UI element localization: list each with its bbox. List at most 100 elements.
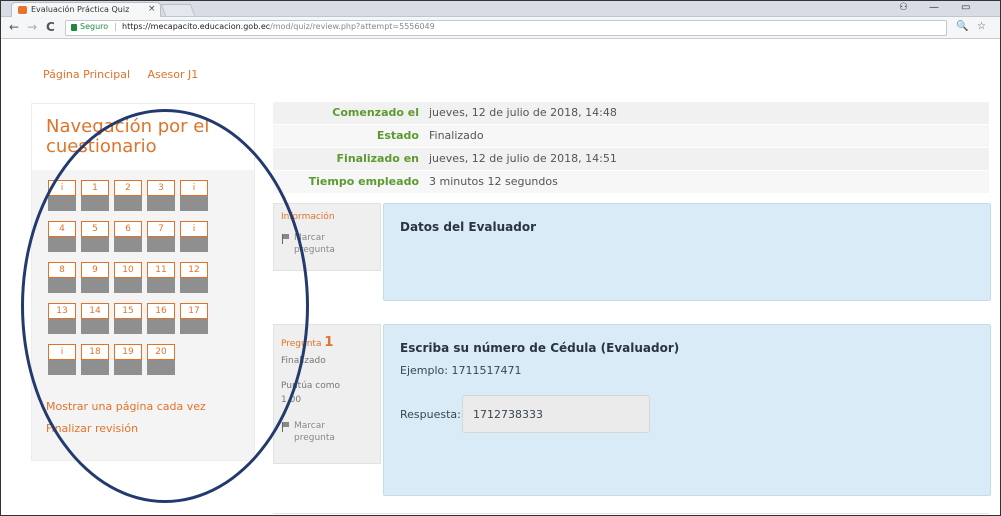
question-word: Pregunta: [281, 339, 322, 349]
question-nav-button[interactable]: 12: [180, 262, 208, 293]
question-nav-button[interactable]: i: [180, 180, 208, 211]
question-nav-button[interactable]: 7: [147, 221, 175, 252]
flag-line-2: pregunta: [294, 245, 335, 255]
question-nav-button[interactable]: i: [180, 221, 208, 252]
back-icon[interactable]: ←: [9, 20, 19, 34]
flag-question-link[interactable]: Marcar pregunta: [294, 420, 335, 444]
question-title: Escriba su número de Cédula (Evaluador): [400, 341, 680, 355]
question-nav-button[interactable]: 15: [114, 303, 142, 334]
bookmark-star-icon[interactable]: ☆: [977, 21, 986, 32]
question-nav-button[interactable]: i: [48, 180, 76, 211]
url-host: https://mecapacito.educacion.gob.ec: [122, 22, 271, 31]
question-nav-number: 8: [48, 262, 76, 278]
question-nav-button[interactable]: 1: [81, 180, 109, 211]
question-nav-number: 14: [81, 303, 109, 319]
question-nav-status-fill: [114, 319, 142, 334]
flag-question-link[interactable]: Marcar pregunta: [294, 232, 335, 256]
question-nav-status-fill: [81, 319, 109, 334]
question-nav-number: 19: [114, 344, 142, 360]
flag-icon[interactable]: [282, 234, 290, 244]
question-nav-button[interactable]: 9: [81, 262, 109, 293]
breadcrumb-home[interactable]: Página Principal: [43, 68, 130, 81]
restore-button[interactable]: ▭: [961, 2, 970, 13]
question-nav-button[interactable]: 5: [81, 221, 109, 252]
question-nav-number: i: [48, 180, 76, 196]
question-nav-status-fill: [114, 196, 142, 211]
question-nav-status-fill: [147, 319, 175, 334]
summary-value: jueves, 12 de julio de 2018, 14:48: [429, 106, 617, 119]
question-nav-status-fill: [48, 237, 76, 252]
flag-icon[interactable]: [282, 422, 290, 432]
info-block-sidebar: Información Marcar pregunta: [273, 203, 381, 271]
summary-value: 3 minutos 12 segundos: [429, 175, 558, 188]
question-nav-status-fill: [114, 360, 142, 375]
question-nav-status-fill: [114, 278, 142, 293]
question-nav-button[interactable]: 4: [48, 221, 76, 252]
breadcrumb: Página Principal Asesor J1: [43, 68, 212, 81]
new-tab-button[interactable]: [160, 4, 196, 16]
answer-field[interactable]: 1712738333: [462, 395, 650, 433]
question-number-label: Pregunta 1: [281, 335, 333, 350]
question-nav-number: 5: [81, 221, 109, 237]
info-block-content: Datos del Evaluador: [383, 203, 991, 301]
question-nav-button[interactable]: 17: [180, 303, 208, 334]
question-nav-button[interactable]: 3: [147, 180, 175, 211]
summary-label: Estado: [376, 129, 419, 142]
reload-icon[interactable]: C: [46, 20, 55, 34]
question-nav-status-fill: [48, 278, 76, 293]
question-nav-status-fill: [48, 360, 76, 375]
url-path: /mod/quiz/review.php?attempt=5556049: [270, 22, 435, 31]
info-content-title: Datos del Evaluador: [400, 220, 537, 234]
forward-icon[interactable]: →: [27, 20, 37, 34]
show-one-page-link[interactable]: Mostrar una página cada vez: [46, 400, 206, 413]
breadcrumb-course[interactable]: Asesor J1: [148, 68, 199, 81]
question-nav-status-fill: [48, 319, 76, 334]
question-nav-button[interactable]: 10: [114, 262, 142, 293]
question-number: 1: [324, 335, 334, 350]
question-nav-button[interactable]: 18: [81, 344, 109, 375]
zoom-icon[interactable]: 🔍: [956, 21, 968, 32]
tab-title: Evaluación Práctica Quiz: [31, 5, 130, 14]
minimize-button[interactable]: —: [929, 2, 939, 13]
question-nav-number: 15: [114, 303, 142, 319]
question-nav-number: i: [48, 344, 76, 360]
question-nav-number: 3: [147, 180, 175, 196]
question-nav-status-fill: [180, 196, 208, 211]
quiz-navigation-title: Navegación por el cuestionario: [46, 116, 210, 157]
question-nav-status-fill: [147, 196, 175, 211]
question-nav-button[interactable]: 14: [81, 303, 109, 334]
question-nav-status-fill: [147, 278, 175, 293]
question-nav-button[interactable]: 8: [48, 262, 76, 293]
summary-label: Comenzado el: [332, 106, 419, 119]
question-nav-button[interactable]: 6: [114, 221, 142, 252]
question-nav-button[interactable]: i: [48, 344, 76, 375]
question-nav-button[interactable]: 16: [147, 303, 175, 334]
question-nav-button[interactable]: 11: [147, 262, 175, 293]
question-nav-button[interactable]: 20: [147, 344, 175, 375]
question-nav-status-fill: [114, 237, 142, 252]
tab-strip: Evaluación Práctica Quiz × ⚇ — ▭: [1, 1, 1000, 17]
answer-value: 1712738333: [473, 408, 543, 421]
question-nav-number: i: [180, 221, 208, 237]
profile-icon[interactable]: ⚇: [899, 2, 908, 13]
question-nav-number: 4: [48, 221, 76, 237]
question-nav-button[interactable]: 2: [114, 180, 142, 211]
question-nav-number: 11: [147, 262, 175, 278]
url-bar[interactable]: Seguro | https://mecapacito.educacion.go…: [65, 20, 947, 36]
question-nav-number: 17: [180, 303, 208, 319]
summary-value: jueves, 12 de julio de 2018, 14:51: [429, 152, 617, 165]
summary-label: Tiempo empleado: [308, 175, 419, 188]
question-nav-status-fill: [81, 360, 109, 375]
question-nav-status-fill: [81, 237, 109, 252]
question-nav-status-fill: [81, 278, 109, 293]
tab-close-icon[interactable]: ×: [148, 4, 156, 14]
question-nav-button[interactable]: 19: [114, 344, 142, 375]
browser-tab[interactable]: Evaluación Práctica Quiz ×: [11, 2, 161, 17]
question-nav-number: 10: [114, 262, 142, 278]
question-nav-status-fill: [180, 278, 208, 293]
summary-row: Finalizado en jueves, 12 de julio de 201…: [273, 147, 989, 170]
question-nav-button[interactable]: 13: [48, 303, 76, 334]
finish-review-link[interactable]: Finalizar revisión: [46, 422, 138, 435]
question-status: Finalizado: [281, 356, 326, 366]
question-nav-number: i: [180, 180, 208, 196]
